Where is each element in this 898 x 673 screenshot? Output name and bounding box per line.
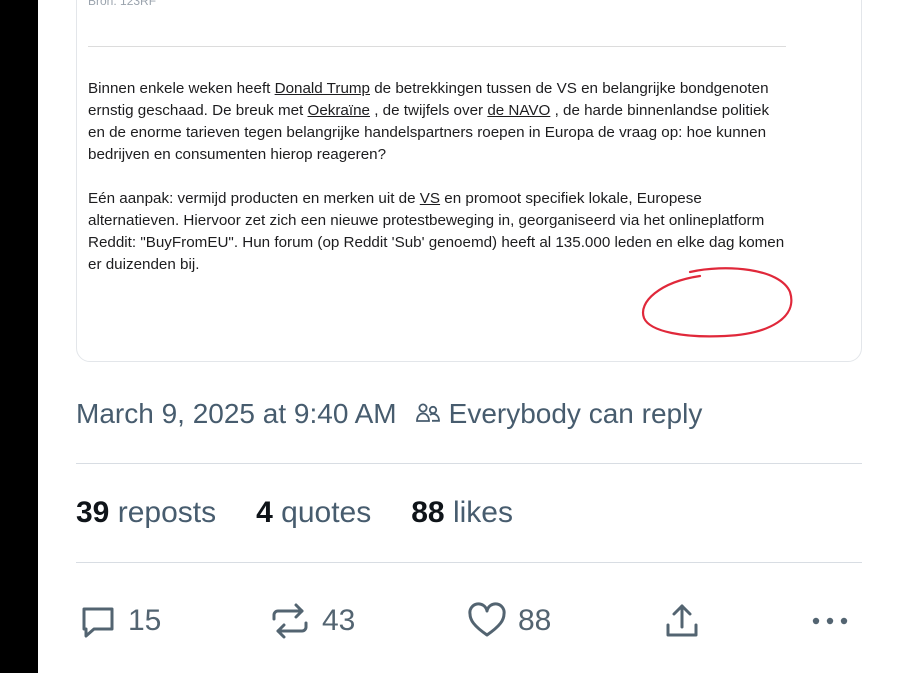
reposts-label: reposts bbox=[117, 496, 217, 529]
more-button[interactable] bbox=[808, 601, 852, 641]
quotes-stat[interactable]: 4 quotes bbox=[256, 496, 371, 530]
article-paragraph-1: Binnen enkele weken heeft Donald Trump d… bbox=[88, 78, 788, 166]
likes-count: 88 bbox=[411, 496, 445, 529]
reposts-count: 39 bbox=[76, 496, 110, 529]
link-vs[interactable]: VS bbox=[420, 190, 440, 207]
post-meta: March 9, 2025 at 9:40 AM Everybody can r… bbox=[76, 398, 702, 430]
reply-button[interactable]: 15 bbox=[78, 601, 161, 641]
likes-stat[interactable]: 88 likes bbox=[411, 496, 513, 530]
repost-button[interactable]: 43 bbox=[268, 601, 355, 641]
paragraph-text: Binnen enkele weken heeft bbox=[88, 80, 275, 97]
reply-count: 15 bbox=[128, 604, 162, 637]
link-navo[interactable]: de NAVO bbox=[487, 102, 550, 119]
repost-arrows-icon bbox=[268, 601, 312, 641]
likes-label: likes bbox=[452, 496, 513, 529]
article-body: Binnen enkele weken heeft Donald Trump d… bbox=[88, 78, 788, 298]
post-timestamp[interactable]: March 9, 2025 at 9:40 AM bbox=[76, 398, 397, 430]
like-button[interactable]: 88 bbox=[466, 601, 551, 641]
repost-count: 43 bbox=[322, 604, 356, 637]
article-paragraph-2: Eén aanpak: vermijd producten en merken … bbox=[88, 188, 788, 276]
people-icon bbox=[415, 401, 441, 427]
paragraph-text: , de twijfels over bbox=[369, 102, 488, 119]
more-dots-icon bbox=[808, 601, 852, 641]
divider-top bbox=[76, 463, 862, 464]
like-count: 88 bbox=[518, 604, 552, 637]
quotes-count: 4 bbox=[256, 496, 273, 529]
post-stats: 39 reposts 4 quotes 88 likes bbox=[76, 496, 553, 530]
reply-setting[interactable]: Everybody can reply bbox=[449, 398, 703, 430]
image-source-caption: Bron: 123RF bbox=[88, 0, 157, 8]
paragraph-text: Eén aanpak: vermijd producten en merken … bbox=[88, 190, 420, 207]
reposts-stat[interactable]: 39 reposts bbox=[76, 496, 216, 530]
action-bar: 15 43 88 bbox=[76, 596, 856, 646]
link-oekraine[interactable]: Oekraïne bbox=[308, 102, 370, 119]
left-edge-bar bbox=[0, 0, 38, 673]
quotes-label: quotes bbox=[281, 496, 372, 529]
speech-bubble-icon bbox=[78, 601, 118, 641]
heart-icon bbox=[466, 601, 508, 641]
link-donald-trump[interactable]: Donald Trump bbox=[275, 80, 370, 97]
share-button[interactable] bbox=[662, 601, 702, 641]
article-divider bbox=[88, 46, 786, 47]
divider-bottom bbox=[76, 562, 862, 563]
share-icon bbox=[662, 601, 702, 641]
